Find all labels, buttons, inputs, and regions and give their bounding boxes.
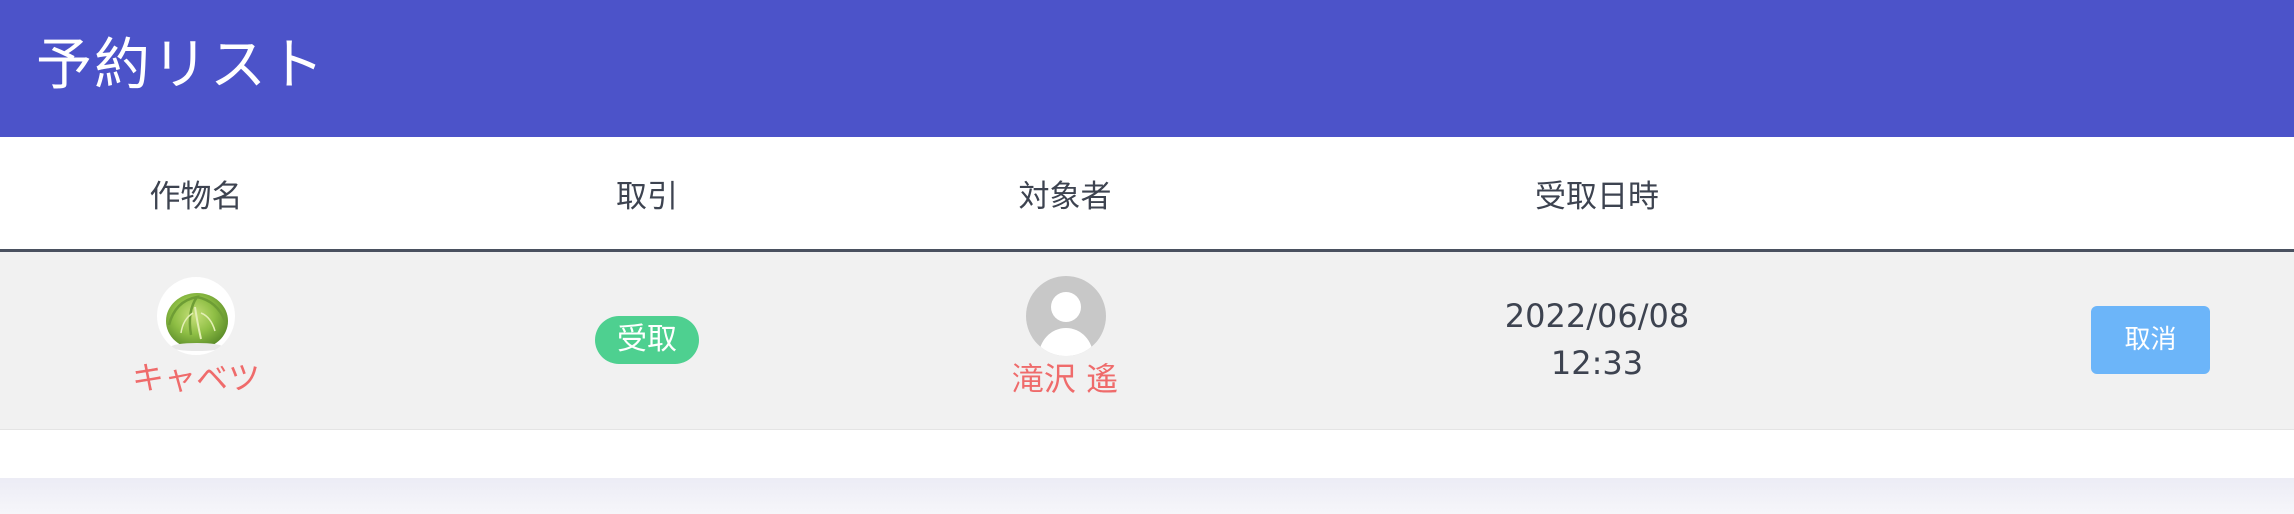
app-header: 予約リスト	[0, 0, 2294, 137]
page-title: 予約リスト	[36, 33, 326, 98]
table-empty-space	[0, 430, 2294, 478]
person-name-label[interactable]: 滝沢 遙	[1012, 359, 1118, 399]
cabbage-image	[157, 277, 235, 355]
column-header-transaction: 取引	[616, 179, 678, 215]
pickup-time: 12:33	[1550, 344, 1644, 382]
table-header-row: 作物名 取引 対象者 受取日時	[0, 137, 2294, 252]
crop-name-label[interactable]: キャベツ	[132, 358, 260, 398]
page-background	[0, 478, 2294, 514]
cancel-button[interactable]: 取消	[2091, 306, 2210, 374]
pickup-date: 2022/06/08	[1504, 297, 1690, 335]
column-header-crop-name: 作物名	[149, 179, 243, 215]
column-header-person: 対象者	[1018, 179, 1112, 215]
table-row	[0, 252, 2294, 430]
column-header-pickup-datetime: 受取日時	[1535, 179, 1659, 215]
user-avatar-icon	[1026, 276, 1106, 356]
transaction-status-badge: 受取	[595, 316, 699, 364]
